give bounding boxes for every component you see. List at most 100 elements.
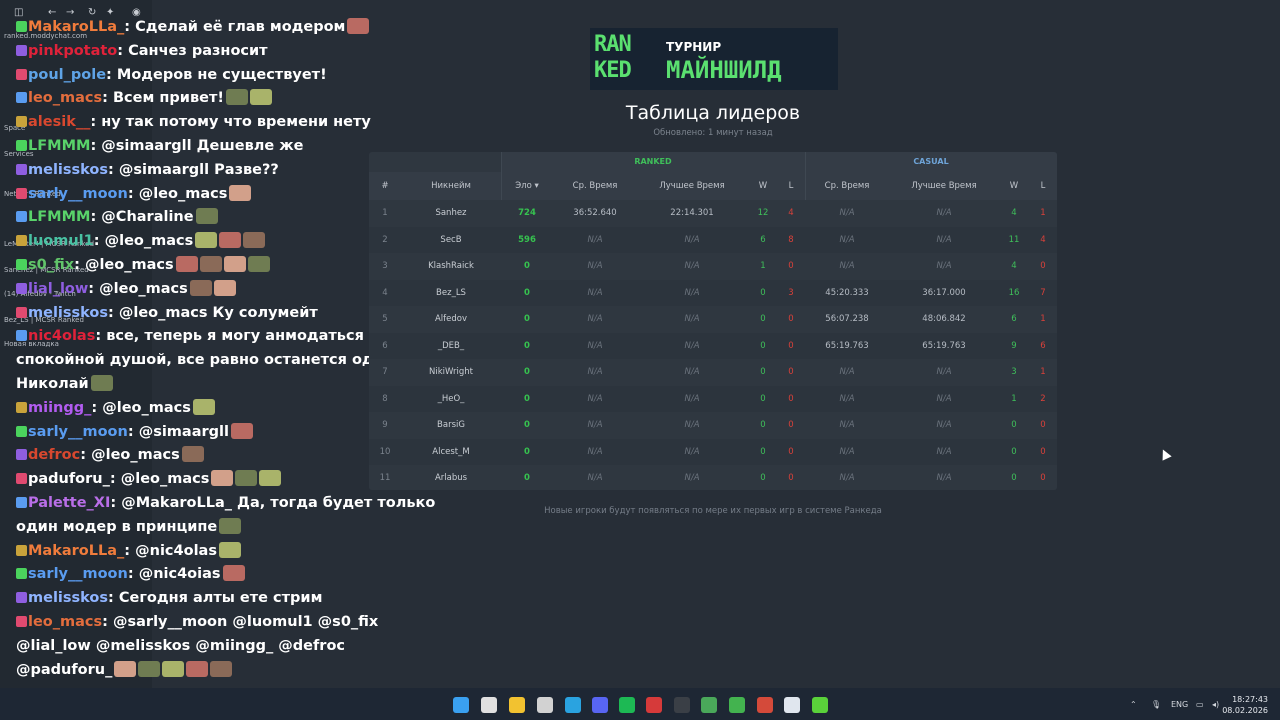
table-cell: 0 (760, 367, 766, 377)
minecraft-grass-icon[interactable] (812, 697, 828, 713)
chat-colon: : (80, 447, 92, 464)
player-name: Alcest_M (432, 446, 470, 457)
minecraft-icon[interactable] (701, 697, 717, 713)
chat-username[interactable]: poul_pole (28, 67, 106, 83)
chat-colon: : (117, 42, 129, 59)
chat-message: leo_macs: @sarly__moon @luomul1 @s0_fix … (16, 611, 446, 682)
app-record-icon[interactable] (757, 697, 773, 713)
chat-username[interactable]: LFMMM (28, 209, 90, 225)
table-row[interactable]: 8 _HeO_ 0 N/A N/A 0 0 N/A N/A 1 2 (369, 385, 1057, 412)
table-row[interactable]: 11 Arlabus 0 N/A N/A 0 0 N/A N/A 0 0 (369, 465, 1057, 490)
chat-username[interactable]: LFMMM (28, 138, 90, 154)
settings-icon[interactable] (481, 697, 497, 713)
table-row[interactable]: 1 Sanhez 724 36:52.640 22:14.301 12 4 N/A N/A 4 1 (369, 200, 1057, 227)
chat-username[interactable]: nic4olas (28, 328, 95, 344)
chat-username[interactable]: melisskos (28, 162, 108, 178)
table-cell: 48:06.842 (922, 314, 966, 324)
table-cell: 65:19.763 (825, 340, 869, 351)
chat-text: @leo_macs Ку солумейт (118, 304, 318, 321)
discord-icon[interactable] (592, 697, 608, 713)
volume-icon[interactable]: ◂) (1212, 700, 1219, 709)
chat-username[interactable]: leo_macs (28, 614, 102, 630)
windows-start-icon[interactable] (453, 697, 469, 713)
app-icon[interactable] (537, 697, 553, 713)
chat-text: @nic4olas (135, 542, 217, 559)
table-cell: 1 (1011, 393, 1017, 404)
chat-username[interactable]: pinkpotato (28, 43, 117, 59)
chat-text: @simaargll Разве?? (118, 161, 279, 178)
language-indicator[interactable]: ENG (1171, 700, 1188, 709)
spotify-icon[interactable] (619, 697, 635, 713)
emote-image-icon (259, 470, 282, 487)
chat-username[interactable]: defroc (28, 447, 80, 463)
table-row[interactable]: 6 _DEB_ 0 N/A N/A 0 0 65:19.763 65:19.763 9 6 (369, 332, 1057, 359)
emote-image-icon (213, 279, 236, 296)
chat-username[interactable]: MakaroLLa_ (28, 19, 124, 35)
app-green-icon[interactable] (729, 697, 745, 713)
emote-image-icon (219, 232, 242, 249)
table-cell: 56:07.238 (825, 314, 869, 324)
column-header[interactable]: Эло ▾ (501, 172, 553, 200)
emote-image-icon (230, 422, 253, 439)
table-cell: N/A (684, 287, 700, 298)
microphone-icon[interactable]: 🎙 (1151, 700, 1161, 709)
player-name: Sanhez (435, 208, 467, 218)
chat-username[interactable]: sarly__moon (28, 566, 128, 582)
column-header: Ср. Время (572, 181, 618, 191)
telegram-icon[interactable] (565, 697, 581, 713)
emote-image-icon (247, 255, 270, 272)
app-red-icon[interactable] (646, 697, 662, 713)
table-cell: N/A (936, 234, 952, 245)
chat-text: @leo_macs (120, 471, 210, 488)
chat-username[interactable]: miingg_ (28, 400, 91, 416)
table-row[interactable]: 9 BarsiG 0 N/A N/A 0 0 N/A N/A 0 0 (369, 412, 1057, 439)
table-row[interactable]: 3 KlashRaick 0 N/A N/A 1 0 N/A N/A 4 0 (369, 253, 1057, 280)
chat-username[interactable]: alesik__ (28, 114, 90, 130)
table-row[interactable]: 10 Alcest_M 0 N/A N/A 0 0 N/A N/A 0 0 (369, 438, 1057, 465)
chat-username[interactable]: Palette_XI (28, 495, 110, 511)
column-header: # (381, 181, 389, 191)
chat-username[interactable]: lial_low (28, 281, 88, 297)
user-badge-icon (16, 306, 27, 318)
chat-username[interactable]: sarly__moon (28, 186, 128, 202)
table-cell: 6 (1011, 314, 1017, 324)
player-name: NikiWright (429, 367, 473, 377)
table-row[interactable]: 5 Alfedov 0 N/A N/A 0 0 56:07.238 48:06.842 6 1 (369, 306, 1057, 333)
chat-username[interactable]: melisskos (28, 590, 108, 606)
chat-colon: : (108, 304, 119, 321)
chat-colon: : (90, 209, 102, 226)
table-row[interactable]: 2 SecB 596 N/A N/A 6 8 N/A N/A 11 4 (369, 226, 1057, 253)
table-row[interactable]: 7 NikiWright 0 N/A N/A 0 0 N/A N/A 3 1 (369, 359, 1057, 386)
chat-username[interactable]: paduforu_ (28, 471, 110, 487)
table-cell: N/A (936, 208, 952, 218)
table-header: # Никнейм Эло ▾ Ср. Время Лучшее Время W L Ср. … (369, 172, 1057, 200)
file-explorer-icon[interactable] (509, 697, 525, 713)
chat-colon: : (106, 66, 117, 83)
chat-username[interactable]: MakaroLLa_ (28, 543, 124, 559)
table-cell: 0 (760, 420, 766, 430)
table-cell: 1 (1040, 314, 1046, 324)
player-name: KlashRaick (428, 261, 474, 271)
app-c-icon[interactable] (784, 697, 800, 713)
table-cell: N/A (839, 208, 855, 218)
network-icon[interactable]: ▭ (1196, 700, 1204, 709)
user-badge-icon (16, 282, 27, 294)
chat-username[interactable]: s0_fix (28, 257, 74, 273)
chevron-up-icon[interactable]: ⌃ (1130, 700, 1137, 709)
chat-username[interactable]: leo_macs (28, 90, 102, 106)
chat-message: pinkpotato: Санчез разносит (16, 40, 446, 64)
table-cell: N/A (936, 393, 952, 404)
table-cell: 1 (1040, 208, 1046, 218)
table-cell: 1 (760, 261, 766, 271)
chat-username[interactable]: melisskos (28, 305, 108, 321)
chat-text: @leo_macs (84, 256, 174, 273)
user-badge-icon (16, 544, 27, 556)
chat-username[interactable]: luomul1 (28, 233, 94, 249)
emote-image-icon (195, 232, 218, 249)
table-row[interactable]: 4 Bez_LS 0 N/A N/A 0 3 45:20.333 36:17.000 16 7 (369, 279, 1057, 306)
table-cell: N/A (587, 473, 603, 483)
chat-username[interactable]: sarly__moon (28, 424, 128, 440)
taskbar-clock[interactable]: 18:27:43 08.02.2026 (1222, 694, 1268, 716)
table-cell: N/A (684, 393, 700, 404)
terminal-icon[interactable] (674, 697, 690, 713)
